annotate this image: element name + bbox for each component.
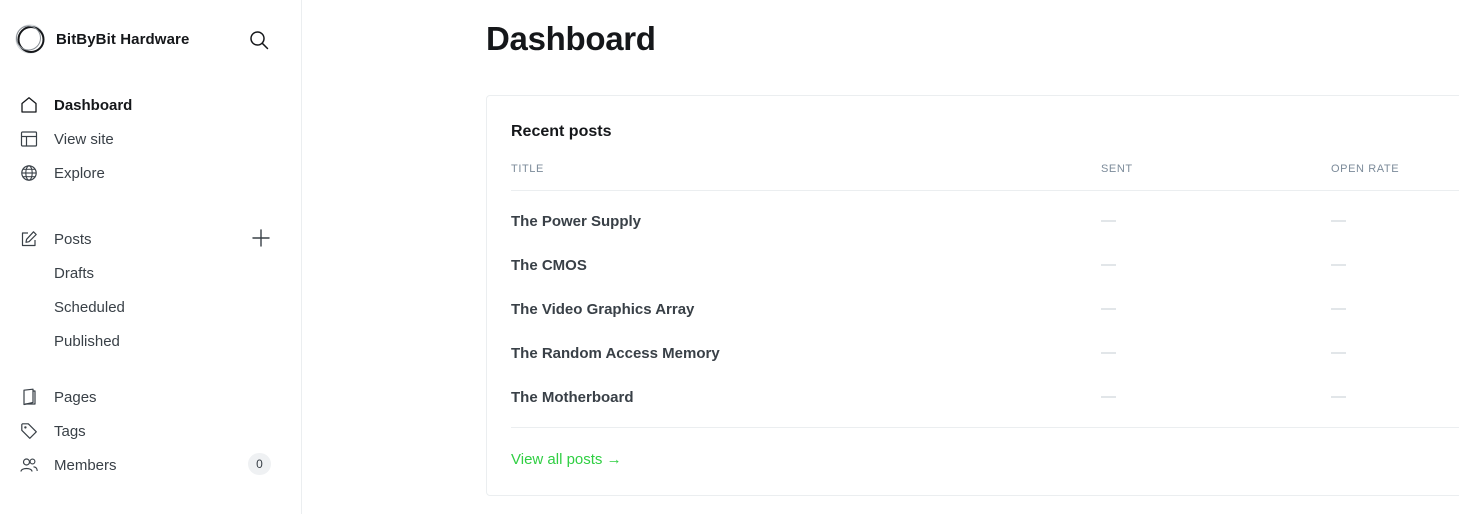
brand[interactable]: BitByBit Hardware	[15, 24, 189, 54]
post-sent: —	[1101, 344, 1116, 361]
brand-name: BitByBit Hardware	[56, 30, 190, 48]
post-open-rate: —	[1331, 212, 1346, 229]
plus-icon	[252, 229, 270, 247]
divider	[511, 427, 1459, 428]
table-row[interactable]: The CMOS — —	[511, 253, 1459, 279]
home-icon	[20, 96, 38, 114]
nav-item-label: Members	[54, 456, 117, 474]
card-title: Recent posts	[511, 123, 612, 140]
search-button[interactable]	[247, 28, 271, 52]
post-sent: —	[1101, 388, 1116, 405]
table-row[interactable]: The Motherboard — —	[511, 385, 1459, 411]
tag-icon	[20, 422, 38, 440]
table-row[interactable]: The Power Supply — —	[511, 209, 1459, 235]
table-row[interactable]: The Video Graphics Array — —	[511, 297, 1459, 323]
column-header-sent: SENT	[1101, 163, 1133, 175]
column-header-open-rate: OPEN RATE	[1331, 163, 1400, 175]
brand-logo-icon	[15, 24, 45, 54]
divider	[511, 190, 1459, 191]
recent-posts-card: Recent posts TITLE SENT OPEN RATE The Po…	[486, 95, 1459, 496]
post-title[interactable]: The Power Supply	[511, 213, 641, 230]
members-icon	[20, 456, 38, 474]
nav-item-dashboard[interactable]: Dashboard	[20, 93, 132, 117]
pages-icon	[20, 388, 38, 406]
post-open-rate: —	[1331, 256, 1346, 273]
add-post-button[interactable]	[250, 227, 272, 249]
nav-item-tags[interactable]: Tags	[20, 419, 86, 443]
post-title[interactable]: The CMOS	[511, 257, 587, 274]
nav-subitem-scheduled[interactable]: Scheduled	[54, 295, 125, 319]
post-sent: —	[1101, 212, 1116, 229]
nav-subitem-published[interactable]: Published	[54, 329, 120, 353]
page-title: Dashboard	[486, 20, 656, 57]
nav-item-members[interactable]: Members	[20, 453, 117, 477]
post-sent: —	[1101, 300, 1116, 317]
nav-item-label: Posts	[54, 230, 92, 248]
search-icon	[250, 31, 269, 50]
post-sent: —	[1101, 256, 1116, 273]
nav-item-label: Dashboard	[54, 96, 133, 114]
view-all-posts-link[interactable]: View all posts →	[511, 451, 622, 468]
sidebar: BitByBit Hardware Dashboard View site Ex…	[0, 0, 302, 514]
pencil-icon	[20, 230, 38, 248]
post-open-rate: —	[1331, 300, 1346, 317]
nav-item-explore[interactable]: Explore	[20, 161, 105, 185]
post-title[interactable]: The Video Graphics Array	[511, 301, 694, 318]
nav-item-label: Tags	[54, 422, 86, 440]
post-open-rate: —	[1331, 344, 1346, 361]
column-header-title: TITLE	[511, 163, 544, 175]
post-title[interactable]: The Random Access Memory	[511, 345, 720, 362]
nav-item-label: Pages	[54, 388, 97, 406]
nav-item-view-site[interactable]: View site	[20, 127, 114, 151]
layout-icon	[20, 130, 38, 148]
nav-item-label: View site	[54, 130, 114, 148]
globe-icon	[20, 164, 38, 182]
post-title[interactable]: The Motherboard	[511, 389, 634, 406]
main-content: Dashboard Recent posts TITLE SENT OPEN R…	[303, 0, 1459, 514]
members-count-badge: 0	[248, 453, 271, 475]
table-row[interactable]: The Random Access Memory — —	[511, 341, 1459, 367]
nav-item-label: Explore	[54, 164, 105, 182]
nav-item-pages[interactable]: Pages	[20, 385, 97, 409]
nav-subitem-drafts[interactable]: Drafts	[54, 261, 94, 285]
nav-item-posts[interactable]: Posts	[20, 227, 92, 251]
post-open-rate: —	[1331, 388, 1346, 405]
